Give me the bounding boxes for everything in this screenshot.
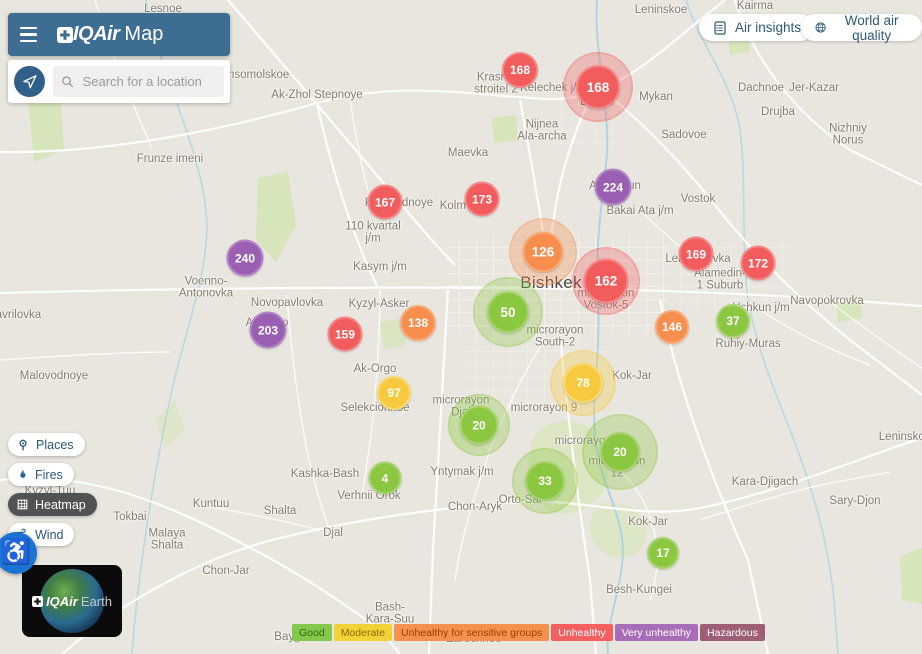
aqi-marker-167[interactable]: 167: [368, 185, 403, 220]
aqi-marker-168[interactable]: 168: [502, 52, 538, 88]
menu-icon[interactable]: [20, 23, 37, 47]
map-stage: LesnoeLeninskoeKairmaKomsomolskoeAk-Zhol…: [0, 0, 922, 654]
layer-button-fires[interactable]: Fires: [8, 463, 74, 486]
layer-label-places: Places: [36, 438, 74, 452]
search-card: [8, 60, 230, 103]
aqi-marker-20[interactable]: 20: [600, 432, 640, 472]
wheelchair-icon: ♿: [1, 541, 31, 565]
list-icon: [712, 20, 728, 36]
aqi-marker-33[interactable]: 33: [525, 461, 565, 501]
brand-name: IQAir: [73, 23, 119, 46]
aqi-marker-203[interactable]: 203: [250, 312, 287, 349]
iqair-logo-icon: [57, 27, 73, 43]
aqi-marker-78[interactable]: 78: [563, 363, 603, 403]
layer-button-heatmap[interactable]: Heatmap: [8, 493, 97, 516]
layer-button-places[interactable]: Places: [8, 433, 85, 456]
aqi-marker-146[interactable]: 146: [655, 310, 689, 344]
iqair-earth-widget[interactable]: IQAir Earth: [22, 565, 122, 637]
earth-suffix: Earth: [81, 594, 112, 609]
app-title: IQAir Map: [73, 23, 163, 46]
brand-suffix: Map: [124, 23, 163, 46]
aqi-marker-159[interactable]: 159: [328, 317, 363, 352]
legend-chip-unhealthy-for-sensitive-groups: Unhealthy for sensitive groups: [394, 624, 549, 641]
layer-label-heatmap: Heatmap: [35, 498, 86, 512]
aqi-legend: GoodModerateUnhealthy for sensitive grou…: [292, 624, 765, 641]
aqi-marker-126[interactable]: 126: [523, 232, 564, 273]
iqair-logo-icon: [32, 596, 43, 607]
aqi-marker-17[interactable]: 17: [647, 537, 679, 569]
aqi-marker-168[interactable]: 168: [576, 65, 620, 109]
search-field[interactable]: [53, 66, 224, 97]
air-insights-button[interactable]: Air insights: [699, 14, 814, 41]
world-air-quality-label: World air quality: [834, 13, 909, 43]
layer-label-wind: Wind: [35, 528, 63, 542]
brand-name: IQAir: [46, 594, 78, 609]
world-air-quality-button[interactable]: World air quality: [801, 14, 922, 41]
grid-icon: [16, 498, 29, 511]
aqi-marker-172[interactable]: 172: [741, 246, 776, 281]
locate-me-button[interactable]: [14, 66, 45, 97]
aqi-marker-173[interactable]: 173: [465, 182, 500, 217]
layer-label-fires: Fires: [35, 468, 63, 482]
legend-chip-hazardous: Hazardous: [700, 624, 765, 641]
legend-chip-unhealthy: Unhealthy: [551, 624, 612, 641]
aqi-marker-97[interactable]: 97: [377, 376, 411, 410]
search-input[interactable]: [81, 73, 216, 90]
aqi-marker-4[interactable]: 4: [369, 462, 402, 495]
app-header: IQAir Map: [8, 13, 230, 56]
earth-widget-title: IQAir Earth: [32, 594, 112, 609]
air-insights-label: Air insights: [735, 20, 801, 35]
legend-chip-good: Good: [292, 624, 332, 641]
flame-icon: [16, 468, 29, 482]
aqi-marker-162[interactable]: 162: [584, 259, 629, 304]
aqi-marker-37[interactable]: 37: [716, 304, 750, 338]
pin-icon: [16, 438, 30, 452]
globe-icon: [814, 19, 827, 36]
legend-chip-moderate: Moderate: [334, 624, 392, 641]
aqi-marker-50[interactable]: 50: [487, 291, 529, 333]
navigation-arrow-icon: [21, 73, 38, 90]
legend-chip-very-unhealthy: Very unhealthy: [615, 624, 698, 641]
aqi-marker-20[interactable]: 20: [460, 406, 499, 445]
aqi-marker-169[interactable]: 169: [679, 237, 714, 272]
aqi-marker-224[interactable]: 224: [595, 169, 632, 206]
aqi-marker-240[interactable]: 240: [227, 240, 264, 277]
aqi-marker-138[interactable]: 138: [400, 305, 436, 341]
search-icon: [61, 74, 75, 90]
